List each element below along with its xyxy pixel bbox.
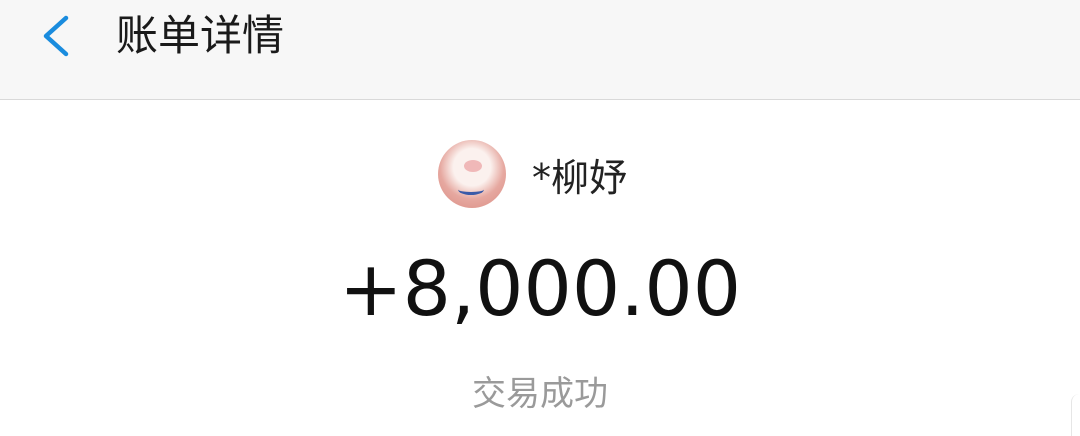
payer-name: *柳妤 — [532, 155, 628, 200]
transaction-status: 交易成功 — [472, 374, 608, 414]
header-bar: 账单详情 — [0, 0, 1080, 100]
back-button[interactable] — [36, 14, 80, 58]
payer-info: *柳妤 — [438, 140, 627, 208]
avatar[interactable] — [438, 140, 506, 208]
transaction-amount: +8,000.00 — [338, 244, 742, 333]
chevron-left-icon — [43, 15, 69, 57]
scroll-edge — [1071, 394, 1080, 436]
page-title: 账单详情 — [116, 11, 285, 60]
